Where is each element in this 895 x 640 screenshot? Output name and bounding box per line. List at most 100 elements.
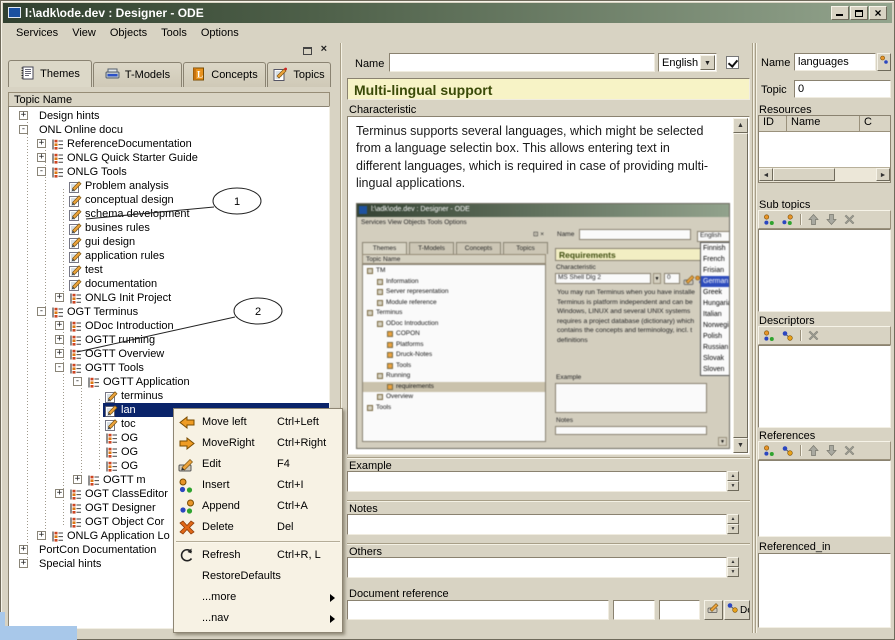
tree-item[interactable]: schema development xyxy=(9,207,329,221)
tree-item[interactable]: test xyxy=(9,263,329,277)
tree-item[interactable]: busines rules xyxy=(9,221,329,235)
notes-input[interactable] xyxy=(347,514,727,535)
context-menu-item-insert[interactable]: InsertCtrl+I xyxy=(174,475,342,496)
link-icon[interactable] xyxy=(780,443,795,458)
close-button[interactable]: × xyxy=(869,6,887,20)
tree-item[interactable]: application rules xyxy=(9,249,329,263)
expander-icon[interactable]: - xyxy=(73,377,82,386)
tree-item[interactable]: gui design xyxy=(9,235,329,249)
chevron-down-icon[interactable]: ▼ xyxy=(700,55,715,70)
expander-icon[interactable]: + xyxy=(55,489,64,498)
resources-table[interactable]: ID Name C ◄ ► xyxy=(758,115,891,183)
move-down-icon[interactable] xyxy=(824,212,839,227)
document-reference-field-2[interactable] xyxy=(613,600,655,620)
insert-icon[interactable] xyxy=(762,443,777,458)
scrollbar-thumb[interactable] xyxy=(733,133,748,438)
tree-item[interactable]: +ONLG Quick Starter Guide xyxy=(9,151,329,165)
context-menu-item-refresh[interactable]: RefreshCtrl+R, L xyxy=(174,545,342,566)
title-bar[interactable]: l:\adk\ode.dev : Designer - ODE × xyxy=(3,3,892,23)
name-input[interactable] xyxy=(389,53,655,72)
insert-icon[interactable] xyxy=(762,328,777,343)
tab-themes[interactable]: Themes xyxy=(8,60,92,87)
context-menu-item-append[interactable]: AppendCtrl+A xyxy=(174,496,342,517)
delete-icon[interactable] xyxy=(806,328,821,343)
tree-item[interactable]: +Design hints xyxy=(9,109,329,123)
menu-objects[interactable]: Objects xyxy=(103,25,154,41)
context-menu-item-restoredefaults[interactable]: RestoreDefaults xyxy=(174,566,342,587)
references-list[interactable] xyxy=(758,460,891,537)
tree-item[interactable]: Problem analysis xyxy=(9,179,329,193)
document-reference-input[interactable] xyxy=(347,600,609,620)
expander-icon[interactable]: - xyxy=(37,167,46,176)
tab-topics[interactable]: Topics xyxy=(267,62,331,87)
expander-icon[interactable]: - xyxy=(19,125,28,134)
append-icon[interactable] xyxy=(780,212,795,227)
tree-item[interactable]: -OGT Terminus xyxy=(9,305,329,319)
tree-item[interactable]: +ReferenceDocumentation xyxy=(9,137,329,151)
tree-item[interactable]: -OGTT Application xyxy=(9,375,329,389)
tree-item[interactable]: +OGTT Overview xyxy=(9,347,329,361)
delete-icon[interactable] xyxy=(842,212,857,227)
tab-t-models[interactable]: T-Models xyxy=(93,62,182,87)
menu-tools[interactable]: Tools xyxy=(154,25,194,41)
minimize-button[interactable] xyxy=(831,6,849,20)
expander-icon[interactable]: + xyxy=(55,335,64,344)
tree-item[interactable]: documentation xyxy=(9,277,329,291)
rp-topic-input[interactable] xyxy=(794,80,891,98)
notes-spinner[interactable]: ▲▼ xyxy=(727,514,739,534)
context-menu-item-edit[interactable]: EditF4 xyxy=(174,454,342,475)
expander-icon[interactable]: - xyxy=(55,363,64,372)
example-input[interactable] xyxy=(347,471,727,492)
hscroll-thumb[interactable] xyxy=(773,168,835,181)
context-menu-item-delete[interactable]: DeleteDel xyxy=(174,517,342,538)
insert-icon[interactable] xyxy=(762,212,777,227)
tab-concepts[interactable]: L Concepts xyxy=(183,62,266,87)
expander-icon[interactable]: + xyxy=(19,545,28,554)
link-icon[interactable] xyxy=(780,328,795,343)
document-reference-edit-button[interactable] xyxy=(704,600,723,620)
referenced-in-list[interactable] xyxy=(758,553,891,628)
tree-item[interactable]: conceptual design xyxy=(9,193,329,207)
expander-icon[interactable]: + xyxy=(55,293,64,302)
menu-view[interactable]: View xyxy=(65,25,103,41)
context-menu-item-nav[interactable]: ...nav xyxy=(174,608,342,629)
close-panel-icon[interactable]: × xyxy=(321,43,327,55)
move-down-icon[interactable] xyxy=(824,443,839,458)
others-input[interactable] xyxy=(347,557,727,578)
expander-icon[interactable]: - xyxy=(37,307,46,316)
scroll-up-icon[interactable]: ▲ xyxy=(733,118,748,133)
language-checkbox[interactable] xyxy=(726,56,739,69)
move-up-icon[interactable] xyxy=(806,212,821,227)
scroll-right-icon[interactable]: ► xyxy=(876,168,890,181)
context-menu-item-moveright[interactable]: MoveRightCtrl+Right xyxy=(174,433,342,454)
scroll-left-icon[interactable]: ◄ xyxy=(759,168,773,181)
document-reference-delete-button[interactable]: Del xyxy=(724,600,750,620)
expander-icon[interactable]: + xyxy=(73,475,82,484)
move-up-icon[interactable] xyxy=(806,443,821,458)
scroll-down-icon[interactable]: ▼ xyxy=(733,438,748,453)
rp-name-button[interactable] xyxy=(877,53,891,71)
tree-item[interactable]: terminus xyxy=(9,389,329,403)
expander-icon[interactable]: + xyxy=(55,349,64,358)
document-reference-field-3[interactable] xyxy=(659,600,700,620)
tree-item[interactable]: -ONLG Tools xyxy=(9,165,329,179)
tree-item[interactable]: +OGTT running xyxy=(9,333,329,347)
col-header-name[interactable]: Name xyxy=(787,116,860,131)
delete-icon[interactable] xyxy=(842,443,857,458)
tree-item[interactable]: +ONLG Init Project xyxy=(9,291,329,305)
rp-name-input[interactable] xyxy=(794,53,876,71)
col-header-id[interactable]: ID xyxy=(759,116,787,131)
float-panel-icon[interactable] xyxy=(303,47,312,55)
menu-services[interactable]: Services xyxy=(9,25,65,41)
col-header-c[interactable]: C xyxy=(860,116,890,131)
example-spinner[interactable]: ▲▼ xyxy=(727,471,739,491)
tree-item[interactable]: -OGTT Tools xyxy=(9,361,329,375)
expander-icon[interactable]: + xyxy=(19,111,28,120)
expander-icon[interactable]: + xyxy=(37,153,46,162)
characteristic-scrollbar[interactable]: ▲ ▼ xyxy=(733,118,748,453)
context-menu-item-move-left[interactable]: Move leftCtrl+Left xyxy=(174,412,342,433)
context-menu-item-more[interactable]: ...more xyxy=(174,587,342,608)
others-spinner[interactable]: ▲▼ xyxy=(727,557,739,577)
resources-hscrollbar[interactable]: ◄ ► xyxy=(759,167,890,182)
expander-icon[interactable]: + xyxy=(37,139,46,148)
